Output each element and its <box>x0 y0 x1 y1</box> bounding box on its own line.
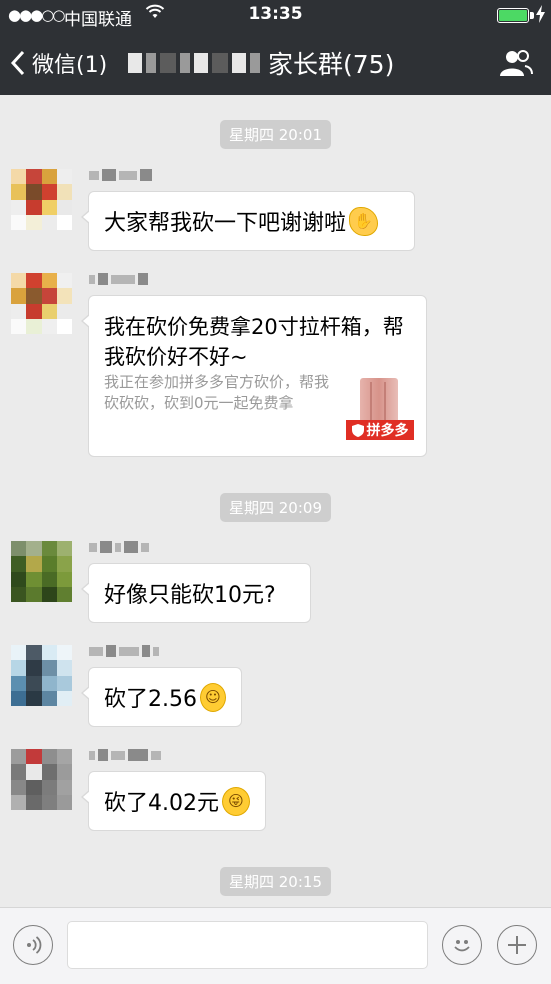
emoji-icon[interactable] <box>442 925 482 965</box>
nav-bar: 微信(1) 家长群(75) <box>0 32 551 95</box>
back-label: 微信(1) <box>32 53 108 78</box>
chat-area[interactable]: 星期四 20:01 大家帮我砍一下吧谢谢啦 ✋ 我在砍价免费拿20寸拉杆箱，帮我… <box>0 95 551 907</box>
avatar[interactable] <box>11 541 72 602</box>
top-bar: ●●●○○ 中国联通 13:35 微信(1) 家长群(75) <box>0 0 551 95</box>
charging-icon <box>536 5 545 27</box>
message-bubble[interactable]: 好像只能砍10元? <box>81 563 311 623</box>
suitcase-image <box>360 378 398 426</box>
link-card-title: 我在砍价免费拿20寸拉杆箱，帮我砍价好不好~ <box>104 315 404 369</box>
chat-title: 家长群(75) <box>128 46 394 80</box>
time-separator: 星期四 20:09 <box>0 493 551 522</box>
winking-tongue-emoji-icon: 😜 <box>222 786 250 816</box>
message-input[interactable] <box>67 921 428 969</box>
back-button[interactable]: 微信(1) <box>10 46 107 80</box>
link-card-description: 我正在参加拼多多官方砍价，帮我砍砍砍，砍到0元一起免费拿 <box>104 373 330 412</box>
crying-laughing-emoji-icon: ☺ <box>200 682 226 712</box>
message-bubble[interactable]: 砍了4.02元 😜 <box>81 771 266 831</box>
group-members-icon[interactable] <box>499 48 533 82</box>
link-card[interactable]: 我在砍价免费拿20寸拉杆箱，帮我砍价好不好~ 我正在参加拼多多官方砍价，帮我砍砍… <box>81 295 427 457</box>
avatar[interactable] <box>11 169 72 230</box>
sender-name-redacted <box>89 167 152 183</box>
avatar[interactable] <box>11 749 72 810</box>
plus-icon[interactable] <box>497 925 537 965</box>
message-text: 大家帮我砍一下吧谢谢啦 <box>104 211 347 236</box>
message-text: 好像只能砍10元? <box>104 583 276 608</box>
time-separator: 星期四 20:01 <box>0 120 551 149</box>
link-card-thumbnail: 拼多多 <box>346 378 414 442</box>
voice-icon[interactable] <box>13 925 53 965</box>
message-bubble[interactable]: 砍了2.56 ☺ <box>81 667 242 727</box>
status-bar: ●●●○○ 中国联通 13:35 <box>0 0 551 32</box>
status-time: 13:35 <box>248 4 303 24</box>
message-text: 砍了4.02元 <box>104 791 219 816</box>
battery-icon <box>497 8 529 23</box>
shield-icon <box>351 423 364 437</box>
message-bubble[interactable]: 大家帮我砍一下吧谢谢啦 ✋ <box>81 191 415 251</box>
sender-name-redacted <box>89 271 148 287</box>
handshake-emoji-icon: ✋ <box>349 206 379 236</box>
sender-name-redacted <box>89 747 161 763</box>
brand-name: 拼多多 <box>366 423 409 439</box>
sender-name-redacted <box>89 539 149 555</box>
sender-name-redacted <box>89 643 159 659</box>
avatar[interactable] <box>11 273 72 334</box>
brand-badge: 拼多多 <box>346 420 414 440</box>
back-chevron-icon <box>10 50 26 76</box>
message-text: 砍了2.56 <box>104 687 197 712</box>
avatar[interactable] <box>11 645 72 706</box>
chat-title-text: 家长群(75) <box>268 50 395 79</box>
redacted-title-text <box>128 53 260 73</box>
input-bar <box>0 907 551 984</box>
time-separator: 星期四 20:15 <box>0 867 551 896</box>
